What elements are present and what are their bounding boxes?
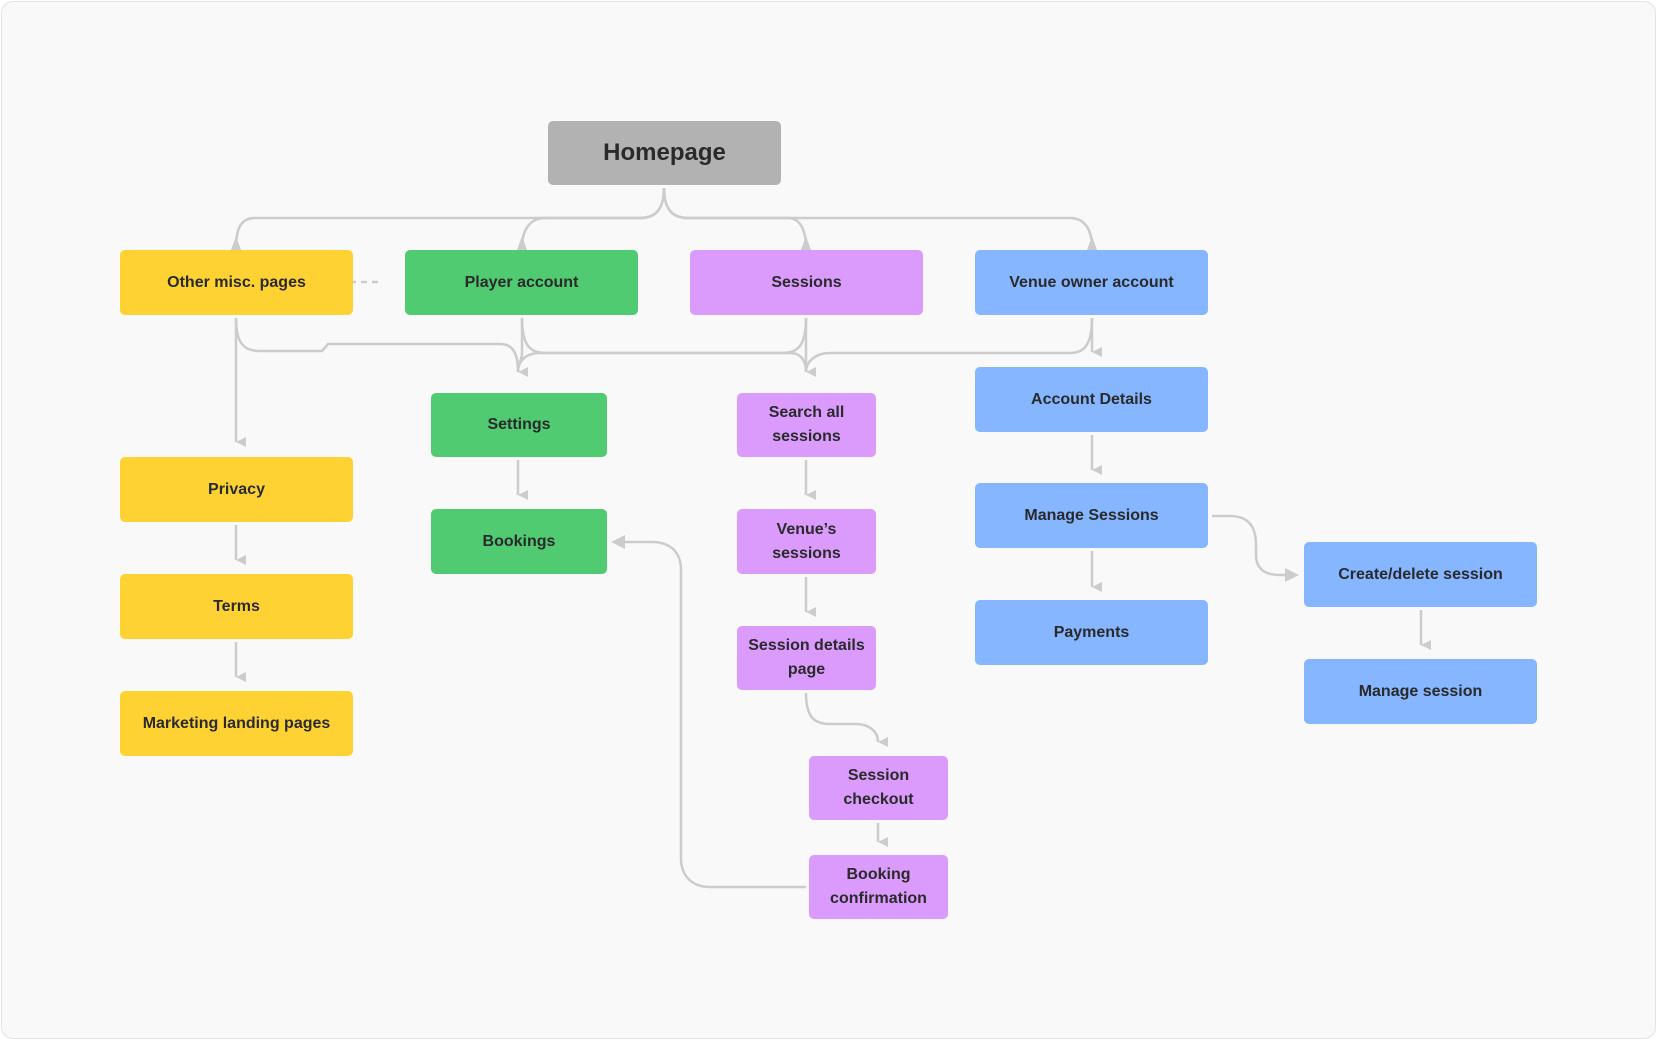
node-other-misc-pages[interactable]: Other misc. pages [120, 250, 353, 315]
edge-details-checkout [804, 692, 889, 747]
node-privacy[interactable]: Privacy [120, 457, 353, 522]
arrowhead [801, 236, 811, 250]
node-label: Other misc. pages [167, 273, 306, 291]
node-label: Session checkout [843, 767, 914, 808]
node-payments[interactable]: Payments [975, 600, 1208, 665]
node-homepage[interactable]: Homepage [548, 121, 781, 185]
node-manage-session[interactable]: Manage session [1304, 659, 1537, 724]
arrowhead [517, 236, 527, 250]
node-label: Homepage [603, 139, 726, 166]
node-label: Venue’s sessions [772, 520, 841, 562]
node-session-checkout[interactable]: Session checkout [809, 756, 948, 820]
node-label: Privacy [208, 480, 265, 498]
node-label: Manage Sessions [1024, 506, 1159, 524]
node-label: Create/delete session [1338, 565, 1503, 583]
node-label: Search all sessions [768, 404, 845, 445]
node-bookings[interactable]: Bookings [431, 509, 607, 574]
edge-home-venue [662, 187, 1094, 249]
node-label: Settings [487, 416, 551, 433]
node-label: Payments [1053, 623, 1130, 641]
node-marketing-landing-pages[interactable]: Marketing landing pages [120, 691, 353, 756]
node-label: Sessions [771, 273, 842, 291]
node-create-delete-session[interactable]: Create/delete session [1304, 542, 1537, 607]
node-account-details[interactable]: Account Details [975, 367, 1208, 432]
node-sessions[interactable]: Sessions [690, 250, 923, 315]
node-search-all-sessions[interactable]: Search all sessions [737, 393, 876, 457]
node-venues-sessions[interactable]: Venue’s sessions [737, 509, 876, 574]
node-session-details-page[interactable]: Session details page [737, 626, 876, 690]
edge-player-search [520, 317, 817, 377]
arrowhead [231, 236, 241, 250]
edge-confirmation-bookings [625, 540, 806, 889]
arrowhead [1285, 568, 1299, 582]
node-label: Bookings [482, 532, 556, 550]
node-label: Booking confirmation [830, 866, 927, 907]
node-terms[interactable]: Terms [120, 574, 353, 639]
edge-home-player [520, 187, 666, 249]
node-label: Marketing landing pages [142, 714, 331, 732]
node-label: Session details page [748, 637, 865, 678]
node-label: Terms [213, 597, 260, 615]
arrowhead [1087, 236, 1097, 250]
edge-misc-settings [234, 317, 529, 377]
node-booking-confirmation[interactable]: Booking confirmation [809, 855, 948, 919]
edge-venue-search [804, 317, 1094, 373]
node-label: Account Details [1031, 390, 1152, 408]
node-label: Manage session [1358, 682, 1483, 700]
node-label: Venue owner account [1009, 273, 1174, 291]
node-settings[interactable]: Settings [431, 393, 607, 457]
node-label: Player account [464, 273, 579, 291]
node-player-account[interactable]: Player account [405, 250, 638, 315]
node-manage-sessions[interactable]: Manage Sessions [975, 483, 1208, 548]
node-venue-owner-account[interactable]: Venue owner account [975, 250, 1208, 315]
edge-sessions-settings [516, 317, 808, 373]
edge-manage-create [1212, 514, 1285, 577]
arrowhead [611, 535, 625, 549]
